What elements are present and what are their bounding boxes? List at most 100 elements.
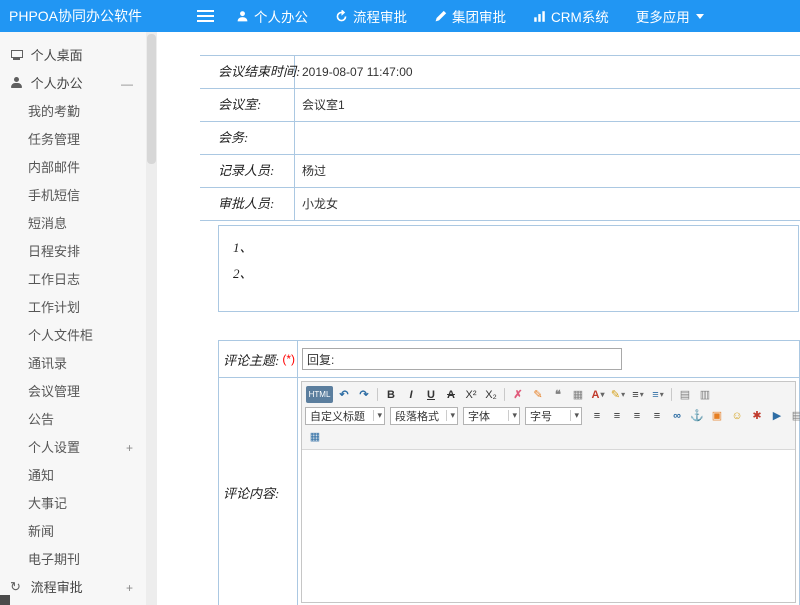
- meeting-content-line: 1、: [233, 235, 798, 261]
- align-center-icon[interactable]: ≡: [608, 407, 626, 424]
- topbar: PHPOA协同办公软件 个人办公 流程审批 集团审批 CRM系统 更多应用: [0, 0, 800, 32]
- meeting-detail-row: 审批人员: 小龙女: [200, 188, 800, 221]
- sidebar-item-meeting-management[interactable]: 会议管理: [0, 378, 146, 406]
- sidebar-item-label: 会议管理: [28, 384, 80, 399]
- font-size-select[interactable]: 字号: [525, 407, 582, 425]
- strikethrough-icon[interactable]: A: [442, 386, 460, 403]
- nav-process-approval[interactable]: 流程审批: [335, 6, 407, 26]
- scrollbar-thumb[interactable]: [147, 34, 156, 164]
- superscript-icon[interactable]: X²: [462, 386, 480, 403]
- sidebar-item-label: 新闻: [28, 524, 54, 539]
- sidebar-item-label: 工作计划: [28, 300, 80, 315]
- sidebar-item-short-message[interactable]: 短消息: [0, 210, 146, 238]
- attachment-icon[interactable]: ▤: [788, 407, 800, 424]
- sidebar-item-contacts[interactable]: 通讯录: [0, 350, 146, 378]
- field-value: 2019-08-07 11:47:00: [295, 56, 800, 88]
- sidebar-item-personal-office[interactable]: 个人办公 —: [0, 70, 146, 98]
- unordered-list-icon[interactable]: ≡: [649, 386, 667, 403]
- sidebar-item-label: 个人文件柜: [28, 328, 93, 343]
- blockquote-icon[interactable]: ❝: [549, 386, 567, 403]
- preview-page-icon[interactable]: ▥: [696, 386, 714, 403]
- sidebar-item-label: 任务管理: [28, 132, 80, 147]
- align-right-icon[interactable]: ≡: [628, 407, 646, 424]
- dropdown-label: 段落格式: [395, 408, 439, 424]
- format-painter-icon[interactable]: ✎: [529, 386, 547, 403]
- heading-select[interactable]: 自定义标题: [305, 407, 385, 425]
- nav-group-approval[interactable]: 集团审批: [434, 6, 506, 26]
- sidebar-item-memorabilia[interactable]: 大事记: [0, 490, 146, 518]
- expand-toggle-icon[interactable]: +: [126, 574, 133, 602]
- sidebar-item-internal-mail[interactable]: 内部邮件: [0, 154, 146, 182]
- highlight-color-icon[interactable]: ✎: [609, 386, 627, 403]
- sidebar-item-personal-file-cabinet[interactable]: 个人文件柜: [0, 322, 146, 350]
- insert-image-icon[interactable]: ▣: [708, 407, 726, 424]
- meeting-detail-table: 会议结束时间: 2019-08-07 11:47:00 会议室: 会议室1 会务…: [200, 55, 800, 221]
- sidebar-item-task-management[interactable]: 任务管理: [0, 126, 146, 154]
- sidebar-item-label: 通知: [28, 468, 54, 483]
- sidebar-scrollbar[interactable]: [146, 32, 157, 605]
- emoticon-icon[interactable]: ☺: [728, 407, 746, 424]
- meeting-detail-row: 会务:: [200, 122, 800, 155]
- source-code-button[interactable]: HTML: [306, 386, 333, 403]
- insert-frame-icon[interactable]: ▦: [569, 386, 587, 403]
- undo-icon[interactable]: ↶: [335, 386, 353, 403]
- hamburger-menu-icon[interactable]: [190, 0, 220, 32]
- meeting-detail-row: 会议结束时间: 2019-08-07 11:47:00: [200, 56, 800, 89]
- sidebar-item-process-approval[interactable]: 流程审批 +: [0, 574, 146, 602]
- nav-crm-system[interactable]: CRM系统: [533, 6, 609, 26]
- toolbar-separator[interactable]: [504, 388, 505, 401]
- sidebar-item-mobile-sms[interactable]: 手机短信: [0, 182, 146, 210]
- font-color-icon[interactable]: A: [589, 386, 607, 403]
- sidebar-item-label: 内部邮件: [28, 160, 80, 175]
- sidebar-item-label: 大事记: [28, 496, 67, 511]
- dropdown-label: 字号: [530, 408, 552, 424]
- ordered-list-icon[interactable]: ≡: [629, 386, 647, 403]
- sidebar-item-e-journal[interactable]: 电子期刊: [0, 546, 146, 574]
- nav-more-apps[interactable]: 更多应用: [636, 6, 704, 26]
- expand-toggle-icon[interactable]: +: [126, 434, 133, 462]
- sidebar-item-label: 日程安排: [28, 244, 80, 259]
- insert-table-icon[interactable]: ▦: [306, 428, 324, 445]
- field-label: 会务:: [200, 122, 295, 154]
- sidebar-item-personal-settings[interactable]: 个人设置 +: [0, 434, 146, 462]
- sidebar-item-notification[interactable]: 通知: [0, 462, 146, 490]
- field-value: 杨过: [295, 155, 800, 187]
- sidebar-item-work-log[interactable]: 工作日志: [0, 266, 146, 294]
- bold-icon[interactable]: B: [382, 386, 400, 403]
- sidebar-item-work-plan[interactable]: 工作计划: [0, 294, 146, 322]
- editor-content-area[interactable]: [302, 450, 795, 602]
- nav-label: 更多应用: [636, 6, 690, 26]
- nav-personal-office[interactable]: 个人办公: [236, 6, 308, 26]
- toolbar-separator[interactable]: [377, 388, 378, 401]
- field-value: 会议室1: [295, 89, 800, 121]
- sidebar-item-personal-desktop[interactable]: 个人桌面: [0, 42, 146, 70]
- app-logo[interactable]: PHPOA协同办公软件: [0, 6, 190, 26]
- underline-icon[interactable]: U: [422, 386, 440, 403]
- sidebar-item-news[interactable]: 新闻: [0, 518, 146, 546]
- subscript-icon[interactable]: X₂: [482, 386, 500, 403]
- comment-editor-cell: HTML↶↷BIUAX²X₂✗✎❝▦A✎≡≡▤▥ 自定义标题 段落格式 字体: [298, 378, 799, 605]
- link-icon[interactable]: ∞: [668, 407, 686, 424]
- refresh-icon: [335, 10, 348, 23]
- comment-subject-label: 评论主题:: [223, 350, 279, 369]
- paragraph-format-select[interactable]: 段落格式: [390, 407, 458, 425]
- anchor-icon[interactable]: ⚓: [688, 407, 706, 424]
- media-icon[interactable]: ▶: [768, 407, 786, 424]
- remove-format-icon[interactable]: ✗: [509, 386, 527, 403]
- comment-subject-input[interactable]: [302, 348, 622, 370]
- chevron-down-icon: [696, 14, 704, 19]
- align-left-icon[interactable]: ≡: [588, 407, 606, 424]
- sidebar-item-my-attendance[interactable]: 我的考勤: [0, 98, 146, 126]
- toolbar-separator[interactable]: [671, 388, 672, 401]
- italic-icon[interactable]: I: [402, 386, 420, 403]
- font-family-select[interactable]: 字体: [463, 407, 520, 425]
- redo-icon[interactable]: ↷: [355, 386, 373, 403]
- sidebar-item-announcement[interactable]: 公告: [0, 406, 146, 434]
- comment-form: 评论主题: (*) 评论内容: HTML↶↷BIUAX²X₂✗✎❝▦A✎≡≡▤▥: [218, 340, 800, 605]
- sidebar-item-schedule[interactable]: 日程安排: [0, 238, 146, 266]
- align-justify-icon[interactable]: ≡: [648, 407, 666, 424]
- flash-icon[interactable]: ✱: [748, 407, 766, 424]
- new-page-icon[interactable]: ▤: [676, 386, 694, 403]
- user-icon: [236, 10, 249, 23]
- expand-toggle-icon[interactable]: —: [121, 70, 133, 98]
